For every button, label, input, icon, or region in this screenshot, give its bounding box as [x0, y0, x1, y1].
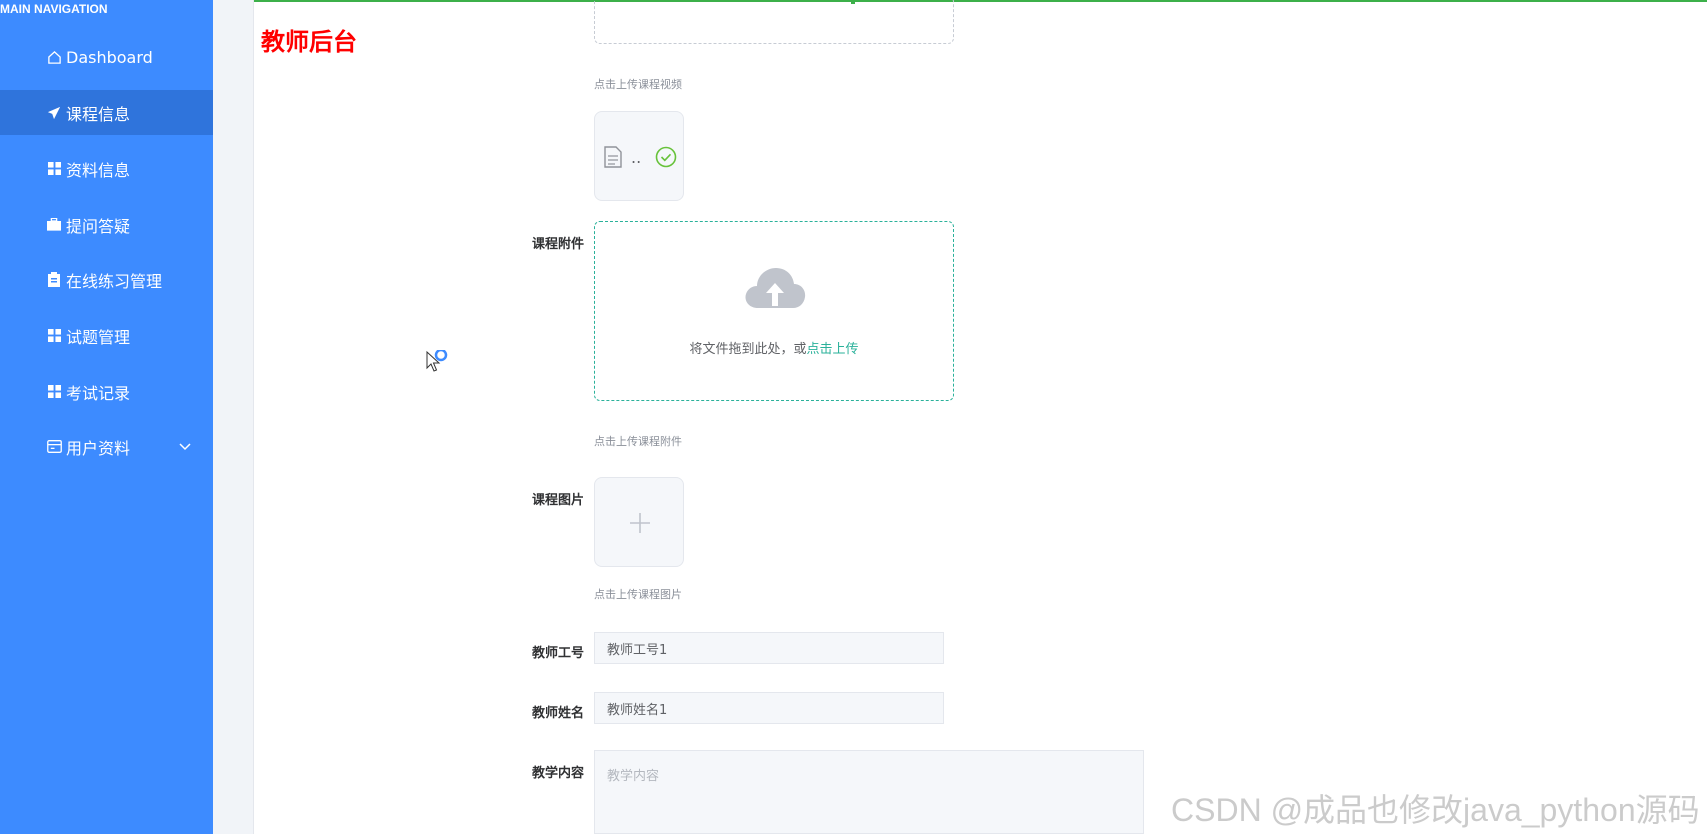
sidebar-item-course-info[interactable]: 课程信息 — [0, 90, 246, 135]
content-gutter — [213, 0, 254, 834]
sidebar-item-label: 考试记录 — [66, 383, 131, 403]
sidebar-item-qa[interactable]: 提问答疑 — [0, 202, 213, 247]
grid-icon — [46, 161, 62, 177]
watermark: CSDN @成品也修改java_python源码 — [1171, 792, 1700, 828]
success-check-icon — [655, 146, 677, 172]
cloud-upload-icon — [744, 264, 806, 316]
sidebar-item-materials[interactable]: 资料信息 — [0, 146, 213, 191]
teacher-name-field[interactable]: 教师姓名1 — [594, 692, 944, 724]
mouse-cursor-icon — [425, 348, 451, 380]
video-upload-hint: 点击上传课程视频 — [594, 78, 682, 91]
uploaded-video-file[interactable]: .. — [594, 111, 684, 201]
page-title: 教师后台 — [261, 28, 357, 56]
image-label: 课程图片 — [531, 493, 584, 508]
sidebar-item-label: 试题管理 — [66, 327, 131, 347]
sidebar-item-label: 课程信息 — [66, 104, 131, 124]
grid-icon — [46, 328, 62, 344]
teacher-id-field[interactable]: 教师工号1 — [594, 632, 944, 664]
video-upload-dropzone[interactable] — [594, 0, 954, 44]
sidebar-item-label: 资料信息 — [66, 160, 131, 180]
divider — [253, 0, 254, 834]
sidebar-item-questions[interactable]: 试题管理 — [0, 313, 213, 358]
sidebar-item-label: 用户资料 — [66, 438, 131, 458]
attachment-upload-hint: 点击上传课程附件 — [594, 435, 682, 448]
sidebar-item-label: 提问答疑 — [66, 216, 131, 236]
plus-icon — [629, 512, 651, 538]
content-label: 教学内容 — [531, 766, 584, 781]
id-card-icon — [46, 439, 62, 455]
click-upload-link[interactable]: 点击上传 — [807, 342, 859, 357]
content-textarea[interactable]: 教学内容 — [594, 750, 1144, 834]
sidebar-item-exam-records[interactable]: 考试记录 — [0, 369, 213, 414]
sidebar: MAIN NAVIGATION Dashboard 课程信息 资料信息 提问答疑… — [0, 0, 246, 834]
sidebar-item-practice[interactable]: 在线练习管理 — [0, 257, 213, 302]
image-upload-hint: 点击上传课程图片 — [594, 588, 682, 601]
briefcase-icon — [46, 217, 62, 233]
send-icon — [46, 105, 62, 121]
clipboard-icon — [46, 272, 62, 288]
home-icon — [46, 50, 62, 66]
document-icon — [603, 146, 623, 172]
attachment-label: 课程附件 — [531, 237, 584, 252]
sidebar-item-user-profile[interactable]: 用户资料 — [0, 424, 213, 469]
attachment-upload-dropzone[interactable]: 将文件拖到此处，或点击上传 — [594, 221, 954, 401]
sidebar-item-label: Dashboard — [66, 48, 153, 67]
image-upload-button[interactable] — [594, 477, 684, 567]
grid-icon — [46, 384, 62, 400]
sidebar-item-label: 在线练习管理 — [66, 271, 163, 291]
attachment-drop-text: 将文件拖到此处，或点击上传 — [689, 342, 859, 357]
teacher-id-label: 教师工号 — [531, 646, 584, 661]
sidebar-item-dashboard[interactable]: Dashboard — [0, 35, 213, 80]
chevron-down-icon[interactable] — [178, 438, 192, 457]
teacher-name-label: 教师姓名 — [531, 706, 584, 721]
file-name: .. — [631, 148, 642, 167]
nav-header: MAIN NAVIGATION — [0, 2, 108, 16]
